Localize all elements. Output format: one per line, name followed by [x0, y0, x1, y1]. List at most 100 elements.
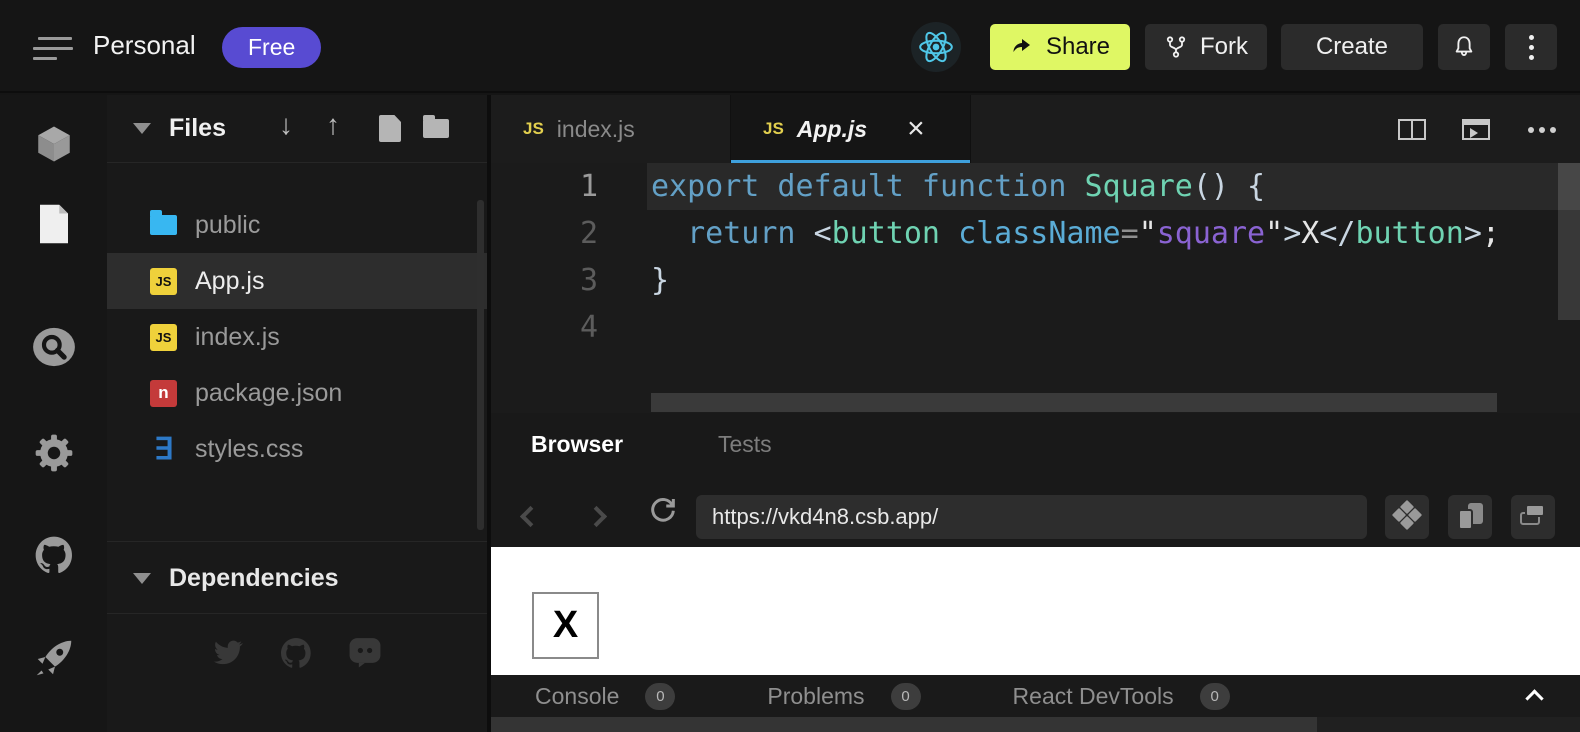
- console-tab-label: React DevTools: [1013, 683, 1174, 710]
- tab-index-js[interactable]: JS index.js: [491, 95, 731, 163]
- editor-scrollbar-highlight: [1558, 163, 1580, 210]
- codesandbox-app: Personal Free Share: [0, 0, 1580, 732]
- js-file-icon: JS: [763, 119, 784, 139]
- square-preview-button[interactable]: X: [532, 592, 599, 659]
- count-badge: 0: [645, 683, 675, 710]
- open-in-editor-button[interactable]: [1448, 495, 1492, 539]
- tab-tests[interactable]: Tests: [718, 431, 772, 458]
- rocket-deploy-icon[interactable]: [31, 635, 77, 686]
- code-text: }: [598, 263, 669, 298]
- file-list: public JS App.js JS index.js n package.json ∃st…: [107, 197, 487, 477]
- code-line[interactable]: 1export default function Square() {: [491, 163, 1580, 210]
- discord-icon[interactable]: [346, 635, 384, 669]
- notifications-button[interactable]: [1438, 24, 1490, 70]
- tab-label: index.js: [557, 116, 635, 143]
- share-arrow-icon: [1010, 35, 1034, 59]
- code-line[interactable]: 4: [491, 304, 1580, 351]
- folder-file-icon: [150, 215, 177, 235]
- social-links: [107, 635, 487, 671]
- js-file-icon: JS: [523, 119, 544, 139]
- editor-more-icon[interactable]: [1528, 127, 1556, 133]
- dependencies-title: Dependencies: [169, 564, 339, 593]
- workspace-name[interactable]: Personal: [93, 30, 196, 61]
- file-name: public: [195, 211, 260, 240]
- tab-app-js[interactable]: JS App.js ×: [731, 95, 971, 163]
- line-number: 2: [491, 216, 598, 251]
- console-tab-label: Problems: [767, 683, 864, 710]
- fork-icon: [1164, 35, 1188, 59]
- menu-icon[interactable]: [33, 35, 73, 61]
- files-explorer-icon[interactable]: [35, 203, 73, 250]
- editor-horizontal-scrollbar[interactable]: [651, 393, 1497, 412]
- open-preview-icon[interactable]: [1462, 119, 1490, 140]
- github-footer-icon[interactable]: [278, 635, 314, 671]
- create-label: Create: [1316, 33, 1388, 61]
- new-file-icon[interactable]: [379, 115, 401, 142]
- code-line[interactable]: 2 return <button className="square">X</b…: [491, 210, 1580, 257]
- console-tab-react-devtools[interactable]: React DevTools0: [1013, 683, 1230, 710]
- line-number: 3: [491, 263, 598, 298]
- dependencies-section[interactable]: Dependencies: [107, 541, 487, 614]
- editor-tab-bar: JS index.js JS App.js ×: [491, 95, 1580, 163]
- fork-button[interactable]: Fork: [1145, 24, 1267, 70]
- file-item-package-json[interactable]: n package.json: [107, 365, 487, 421]
- tab-label: App.js: [797, 116, 867, 143]
- css-file-icon: ∃: [150, 436, 177, 463]
- editor-vertical-scrollbar[interactable]: [1558, 210, 1580, 320]
- code-text: export default function Square() {: [598, 169, 1265, 204]
- open-in-new-window-button[interactable]: [1511, 495, 1555, 539]
- tab-browser[interactable]: Browser: [531, 431, 623, 458]
- line-number: 1: [491, 169, 598, 204]
- back-icon[interactable]: [520, 506, 541, 527]
- search-icon[interactable]: [32, 327, 76, 372]
- count-badge: 0: [891, 683, 921, 710]
- github-icon[interactable]: [32, 533, 76, 582]
- code-lines[interactable]: 1export default function Square() {2 ret…: [491, 163, 1580, 351]
- files-panel: Files ↓ ↑ public JS App.js JS index.js npacka…: [107, 95, 487, 732]
- npm-file-icon: n: [150, 380, 177, 407]
- file-item-public[interactable]: public: [107, 197, 487, 253]
- code-line[interactable]: 3}: [491, 257, 1580, 304]
- share-label: Share: [1046, 33, 1110, 61]
- browser-preview: X: [491, 547, 1580, 675]
- react-logo-icon[interactable]: [911, 22, 961, 72]
- url-input[interactable]: [696, 495, 1367, 539]
- chevron-down-icon: [133, 573, 151, 584]
- file-item-styles-css[interactable]: ∃styles.css: [107, 421, 487, 477]
- upload-icon[interactable]: ↑: [326, 109, 340, 141]
- bottom-scrollbar-thumb[interactable]: [491, 717, 1317, 732]
- split-view-icon[interactable]: [1398, 119, 1426, 140]
- responsive-devices-button[interactable]: [1385, 495, 1429, 539]
- close-tab-icon[interactable]: ×: [907, 114, 925, 144]
- refresh-icon[interactable]: [646, 493, 680, 532]
- file-name: App.js: [195, 267, 264, 296]
- file-name: package.json: [195, 379, 342, 408]
- chevron-down-icon[interactable]: [133, 123, 151, 134]
- file-item-app-js[interactable]: JS App.js: [107, 253, 487, 309]
- settings-gear-icon[interactable]: [32, 431, 76, 480]
- console-items: Console 0 Problems 0 React DevTools0: [535, 675, 1322, 717]
- twitter-icon[interactable]: [210, 635, 246, 669]
- js-file-icon: JS: [150, 324, 177, 351]
- share-button[interactable]: Share: [990, 24, 1130, 70]
- console-tab-problems[interactable]: Problems 0: [767, 683, 920, 710]
- console-tab-console[interactable]: Console 0: [535, 683, 675, 710]
- download-icon[interactable]: ↓: [279, 109, 293, 141]
- console-bar: Console 0 Problems 0 React DevTools0: [491, 675, 1580, 717]
- files-title: Files: [169, 114, 226, 143]
- overflow-menu-button[interactable]: [1505, 24, 1557, 70]
- console-tab-label: Console: [535, 683, 619, 710]
- chevron-up-icon[interactable]: [1525, 689, 1543, 707]
- new-folder-icon[interactable]: [423, 119, 449, 138]
- create-button[interactable]: Create: [1281, 24, 1423, 70]
- forward-icon[interactable]: [586, 506, 607, 527]
- file-item-index-js[interactable]: JS index.js: [107, 309, 487, 365]
- files-scrollbar[interactable]: [477, 200, 484, 530]
- line-number: 4: [491, 310, 598, 345]
- activity-bar: [0, 95, 107, 732]
- code-text: return <button className="square">X</but…: [598, 216, 1500, 251]
- sandbox-cube-icon[interactable]: [33, 123, 75, 170]
- plan-badge[interactable]: Free: [222, 27, 321, 68]
- file-name: index.js: [195, 323, 280, 352]
- js-file-icon: JS: [150, 268, 177, 295]
